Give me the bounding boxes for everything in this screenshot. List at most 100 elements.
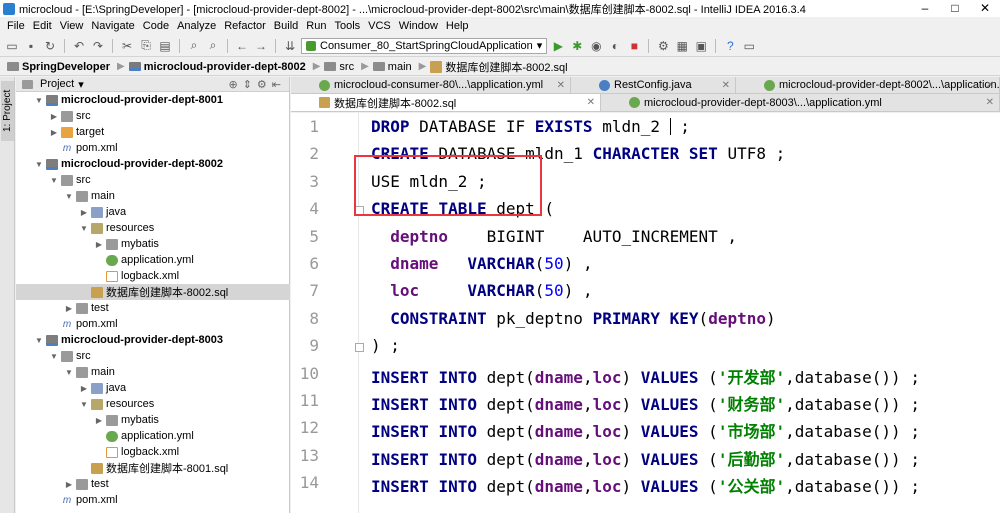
expand-arrow-icon[interactable]: ▼ — [64, 192, 74, 201]
menu-window[interactable]: Window — [395, 20, 442, 32]
sync-icon[interactable]: ↻ — [42, 38, 58, 54]
menu-view[interactable]: View — [56, 20, 88, 32]
gear-icon[interactable]: ⚙ — [257, 78, 267, 91]
breadcrumb-project[interactable]: SpringDeveloper — [4, 59, 116, 75]
collapse-arrow-icon[interactable]: ▶ — [49, 112, 59, 121]
tree-item[interactable]: ▶ mybatis — [16, 412, 290, 428]
close-tab-icon[interactable]: ✕ — [986, 80, 994, 91]
back-icon[interactable]: ← — [234, 38, 250, 54]
maximize-icon[interactable]: □ — [940, 0, 970, 17]
tree-item[interactable]: logback.xml — [16, 444, 290, 460]
tree-item[interactable]: 数据库创建脚本-8002.sql — [16, 284, 290, 300]
editor-tab[interactable]: 数据库创建脚本-8002.sql ✕ — [291, 94, 601, 111]
fold-marker-icon[interactable] — [355, 343, 364, 353]
editor-tab[interactable]: RestConfig.java ✕ — [571, 77, 736, 93]
paste-icon[interactable]: ▤ — [157, 38, 173, 54]
tree-item[interactable]: ▼ microcloud-provider-dept-8003 — [16, 332, 290, 348]
open-folder-icon[interactable]: ▭ — [4, 38, 20, 54]
collapse-arrow-icon[interactable]: ▶ — [94, 416, 104, 425]
tree-item[interactable]: 数据库创建脚本-8001.sql — [16, 460, 290, 476]
breadcrumb-main[interactable]: main — [370, 59, 418, 75]
code-line[interactable]: deptno BIGINT AUTO_INCREMENT , — [371, 227, 737, 246]
close-tab-icon[interactable]: ✕ — [587, 97, 595, 108]
code-line[interactable]: INSERT INTO dept(dname,loc) VALUES ('后勤部… — [371, 446, 920, 470]
code-line[interactable]: INSERT INTO dept(dname,loc) VALUES ('财务部… — [371, 391, 920, 415]
project-tool-window-tab[interactable]: 1: Project — [1, 81, 14, 141]
expand-arrow-icon[interactable]: ▼ — [64, 368, 74, 377]
menu-file[interactable]: File — [3, 20, 29, 32]
collapse-arrow-icon[interactable]: ▶ — [79, 384, 89, 393]
tree-item[interactable]: ▼ src — [16, 172, 290, 188]
tree-item[interactable]: ▼ resources — [16, 220, 290, 236]
collapse-arrow-icon[interactable]: ▶ — [64, 304, 74, 313]
tree-item[interactable]: ▶ src — [16, 108, 290, 124]
menu-build[interactable]: Build — [270, 20, 302, 32]
code-line[interactable]: DROP DATABASE IF EXISTS mldn_2 ; — [371, 117, 690, 136]
menu-refactor[interactable]: Refactor — [220, 20, 270, 32]
run-icon[interactable]: ▶ — [550, 38, 566, 54]
menu-help[interactable]: Help — [442, 20, 473, 32]
tree-item[interactable]: ▶ mybatis — [16, 236, 290, 252]
run-configuration-select[interactable]: Consumer_80_StartSpringCloudApplication … — [301, 37, 548, 54]
help-icon[interactable]: ? — [722, 38, 738, 54]
tree-item[interactable]: ▼ main — [16, 364, 290, 380]
tree-item[interactable]: ▶ target — [16, 124, 290, 140]
project-structure-icon[interactable]: ▦ — [674, 38, 690, 54]
stop-icon[interactable]: ■ — [626, 38, 642, 54]
expand-arrow-icon[interactable]: ▼ — [34, 96, 44, 105]
close-tab-icon[interactable]: ✕ — [557, 80, 565, 91]
tree-item[interactable]: logback.xml — [16, 268, 290, 284]
build-icon[interactable]: ⇊ — [282, 38, 298, 54]
tree-item[interactable]: ▼ main — [16, 188, 290, 204]
find-icon[interactable]: ⌕ — [186, 38, 202, 54]
locate-icon[interactable]: ⊕ — [228, 78, 237, 91]
tree-item[interactable]: ▶ java — [16, 204, 290, 220]
tree-item[interactable]: ▶ java — [16, 380, 290, 396]
code-line[interactable]: INSERT INTO dept(dname,loc) VALUES ('公关部… — [371, 473, 920, 497]
undo-icon[interactable]: ↶ — [71, 38, 87, 54]
terminal-icon[interactable]: ▭ — [741, 38, 757, 54]
close-tab-icon[interactable]: ✕ — [986, 97, 994, 108]
breadcrumb-module[interactable]: microcloud-provider-dept-8002 — [126, 59, 312, 75]
tree-item[interactable]: m pom.xml — [16, 140, 290, 156]
tree-item[interactable]: application.yml — [16, 428, 290, 444]
tree-item[interactable]: m pom.xml — [16, 316, 290, 332]
code-line[interactable]: loc VARCHAR(50) , — [371, 281, 592, 300]
close-tab-icon[interactable]: ✕ — [722, 80, 730, 91]
hide-icon[interactable]: ⇤ — [272, 78, 281, 91]
cut-icon[interactable]: ✂ — [119, 38, 135, 54]
tree-item[interactable]: ▼ src — [16, 348, 290, 364]
tree-item[interactable]: ▼ microcloud-provider-dept-8001 — [16, 92, 290, 108]
replace-icon[interactable]: ⌕ — [205, 38, 221, 54]
menu-analyze[interactable]: Analyze — [173, 20, 220, 32]
expand-arrow-icon[interactable]: ▼ — [49, 176, 59, 185]
collapse-arrow-icon[interactable]: ▶ — [64, 480, 74, 489]
expand-arrow-icon[interactable]: ▼ — [34, 336, 44, 345]
expand-arrow-icon[interactable]: ▼ — [79, 224, 89, 233]
chevron-down-icon[interactable]: ▾ — [78, 78, 84, 91]
menu-navigate[interactable]: Navigate — [87, 20, 138, 32]
breadcrumb-src[interactable]: src — [321, 59, 360, 75]
redo-icon[interactable]: ↷ — [90, 38, 106, 54]
project-panel-title[interactable]: Project — [40, 78, 74, 90]
breadcrumb-file[interactable]: 数据库创建脚本-8002.sql — [427, 59, 573, 75]
editor-tab[interactable]: microcloud-provider-dept-8002\...\applic… — [736, 77, 1000, 93]
debug-icon[interactable]: ✱ — [569, 38, 585, 54]
menu-code[interactable]: Code — [139, 20, 173, 32]
editor-tab[interactable]: microcloud-consumer-80\...\application.y… — [291, 77, 571, 93]
sdk-manager-icon[interactable]: ▣ — [693, 38, 709, 54]
settings-icon[interactable]: ⚙ — [655, 38, 671, 54]
close-icon[interactable]: ✕ — [970, 0, 1000, 17]
collapse-arrow-icon[interactable]: ▶ — [49, 128, 59, 137]
code-line[interactable]: dname VARCHAR(50) , — [371, 254, 592, 273]
forward-icon[interactable]: → — [253, 38, 269, 54]
collapse-arrow-icon[interactable]: ▶ — [94, 240, 104, 249]
menu-edit[interactable]: Edit — [29, 20, 56, 32]
menu-run[interactable]: Run — [302, 20, 330, 32]
copy-icon[interactable]: ⎘ — [138, 38, 154, 54]
code-editor[interactable]: 1 2 3 4 5 6 7 8 9 10 11 12 13 14 DROP DATABASE IF EXI… — [291, 113, 1000, 513]
editor-tab[interactable]: microcloud-provider-dept-8003\...\applic… — [601, 94, 1000, 111]
tree-item[interactable]: application.yml — [16, 252, 290, 268]
tree-item[interactable]: ▼ microcloud-provider-dept-8002 — [16, 156, 290, 172]
menu-tools[interactable]: Tools — [330, 20, 364, 32]
